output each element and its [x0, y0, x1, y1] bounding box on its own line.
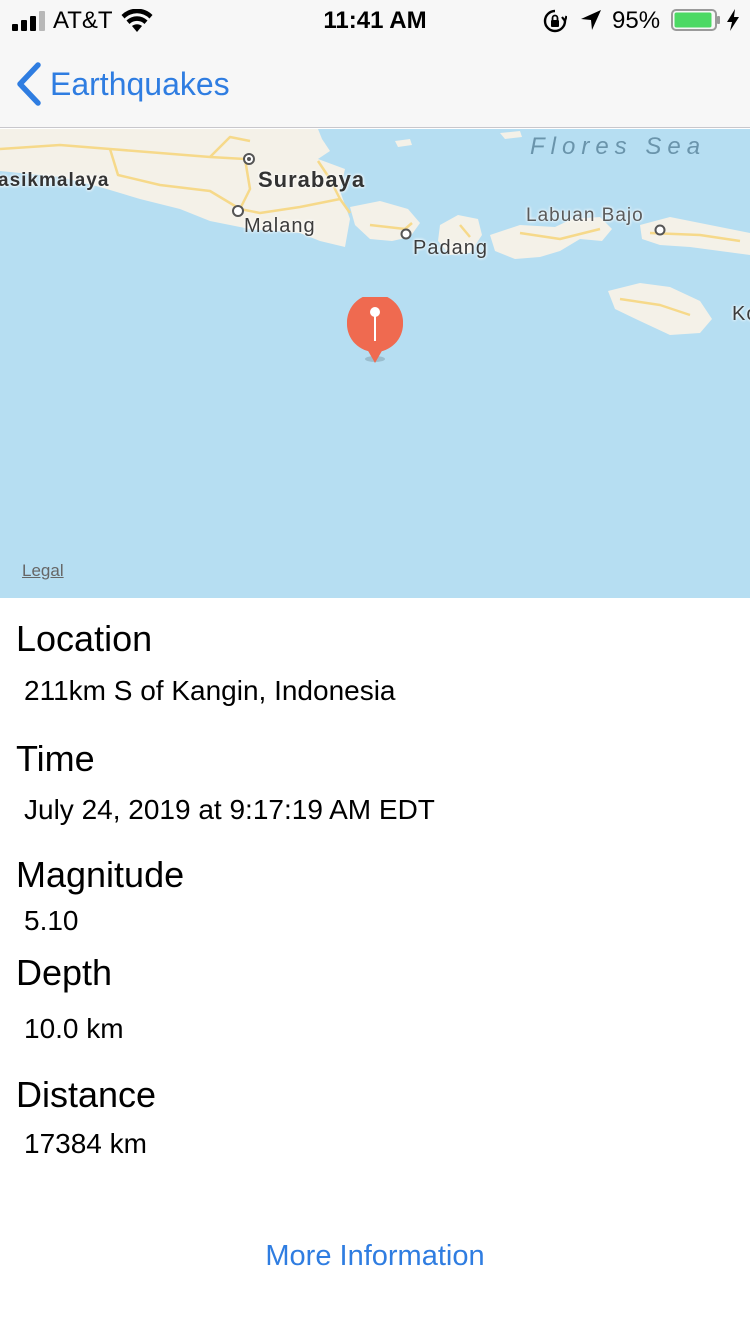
depth-heading: Depth [16, 952, 113, 993]
magnitude-value: 5.10 [24, 905, 79, 936]
more-information-button[interactable]: More Information [0, 1236, 750, 1276]
depth-value: 10.0 km [24, 1013, 124, 1044]
map-view[interactable]: Flores Sea asikmalaya Surabaya Malang Pa… [0, 129, 750, 598]
earthquake-location-pin[interactable] [345, 297, 405, 365]
map-label-labuan-bajo: Labuan Bajo [526, 205, 644, 226]
map-label-malang: Malang [244, 215, 316, 237]
location-value: 211km S of Kangin, Indonesia [24, 675, 396, 706]
map-label-padang: Padang [413, 237, 488, 259]
navigation-bar: Earthquakes [0, 40, 750, 128]
battery-icon [671, 9, 720, 31]
chevron-left-icon [17, 62, 41, 106]
map-label-tasikmalaya: asikmalaya [0, 170, 110, 191]
battery-percent: 95% [612, 7, 661, 34]
time-value: July 24, 2019 at 9:17:19 AM EDT [24, 794, 435, 825]
back-button-label: Earthquakes [50, 66, 230, 102]
status-bar: AT&T 11:41 AM 95% [0, 0, 750, 40]
location-arrow-icon [581, 10, 601, 30]
distance-value: 17384 km [24, 1128, 147, 1159]
magnitude-heading: Magnitude [16, 854, 185, 895]
map-legal-link[interactable]: Legal [22, 561, 64, 581]
back-button[interactable]: Earthquakes [14, 58, 230, 110]
map-label-flores-sea: Flores Sea [530, 133, 707, 160]
map-label-surabaya: Surabaya [258, 167, 366, 192]
charging-icon [727, 9, 739, 31]
location-heading: Location [16, 618, 153, 659]
distance-heading: Distance [16, 1074, 157, 1115]
map-label-ko: Ko [732, 303, 750, 325]
time-heading: Time [16, 738, 95, 779]
orientation-lock-icon [543, 9, 567, 33]
